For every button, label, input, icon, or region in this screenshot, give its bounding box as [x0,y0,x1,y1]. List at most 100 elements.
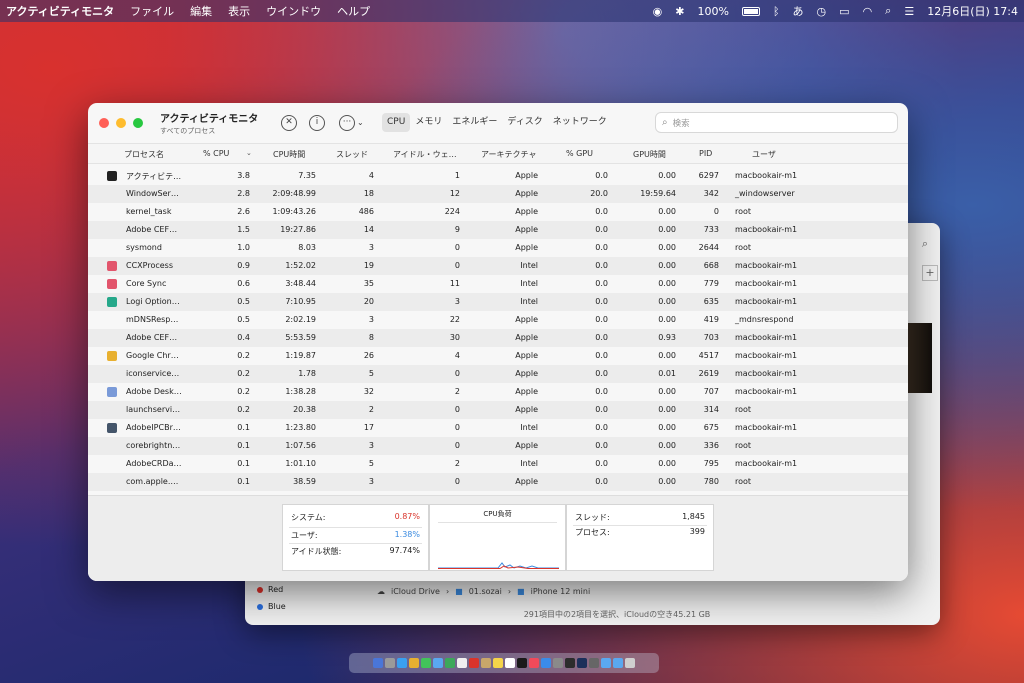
contacts-dock-icon[interactable] [481,658,491,668]
photos-dock-icon[interactable] [457,658,467,668]
tag-red[interactable]: Red [257,585,286,594]
maps-dock-icon[interactable] [445,658,455,668]
sort-desc-icon[interactable]: ⌄ [246,149,252,157]
table-row[interactable]: com.apple.… 0.1 38.59 3 0 Apple 0.0 0.00 780 root [88,473,908,491]
search-field[interactable]: ⌕ 検索 [655,112,898,133]
activity-monitor-window[interactable]: アクティビティモニタ すべてのプロセス ✕ i ··· ⌄ CPU メモリ エネ… [88,103,908,581]
table-row[interactable]: iconservice… 0.2 1.78 5 0 Apple 0.0 0.01 2619 mac… [88,365,908,383]
chevron-down-icon[interactable]: ⌄ [357,118,364,127]
wifi-icon[interactable]: ◠ [863,5,873,18]
table-row[interactable]: kernel_task 2.6 1:09:43.26 486 224 Apple 0.0 0.… [88,203,908,221]
table-row[interactable]: アクティビテ… 3.8 7.35 4 1 Apple 0.0 0.00 6297 macbooka… [88,167,908,185]
cpu-percent: 0.1 [237,477,250,486]
close-button[interactable] [99,118,109,128]
info-button[interactable]: i [309,115,325,131]
activity-monitor-dock-icon[interactable] [565,658,575,668]
time-machine-icon[interactable]: ◷ [817,5,827,18]
bluetooth-icon[interactable]: ᛒ [773,5,780,18]
idle-wakeups: 2 [454,459,460,468]
menu-file[interactable]: ファイル [130,3,174,19]
calendar-dock-icon[interactable] [469,658,479,668]
menu-help[interactable]: ヘルプ [337,3,370,19]
mail-dock-icon[interactable] [433,658,443,668]
path-item[interactable]: iCloud Drive [391,587,440,596]
reminders-dock-icon[interactable] [505,658,515,668]
chrome-dock-icon[interactable] [409,658,419,668]
col-cpu[interactable]: % CPU [203,149,229,158]
menu-window[interactable]: ウインドウ [266,3,321,19]
table-row[interactable]: sysmond 1.0 8.03 3 0 Apple 0.0 0.00 2644 root [88,239,908,257]
table-row[interactable]: AdobeIPCBr… 0.1 1:23.80 17 0 Intel 0.0 0.00 675 m… [88,419,908,437]
cloud-icon: ☁ [377,587,385,596]
zoom-button[interactable] [133,118,143,128]
music-dock-icon[interactable] [529,658,539,668]
architecture: Apple [515,315,538,324]
display-icon[interactable]: ▭ [839,5,849,18]
col-process-name[interactable]: プロセス名 [124,149,164,160]
minimize-button[interactable] [116,118,126,128]
cpu-time: 5:53.59 [285,333,316,342]
control-center-icon[interactable]: ☰ [904,5,914,18]
clock[interactable]: 12月6日(日) 17:4 [927,3,1018,19]
record-icon[interactable]: ◉ [653,5,663,18]
app-dock-icon[interactable] [589,658,599,668]
finder-search-icon[interactable]: ⌕ [922,237,928,251]
tab-cpu[interactable]: CPU [382,113,411,132]
table-row[interactable]: Adobe CEF… 0.4 5:53.59 8 30 Apple 0.0 0.93 703 ma… [88,329,908,347]
table-row[interactable]: CCXProcess 0.9 1:52.02 19 0 Intel 0.0 0.00 668 ma… [88,257,908,275]
spotlight-icon[interactable]: ⌕ [885,4,891,18]
folder-dock-icon[interactable] [613,658,623,668]
menu-view[interactable]: 表示 [228,3,250,19]
menu-app-name[interactable]: アクティビティモニタ [6,3,114,19]
table-row[interactable]: Core Sync 0.6 3:48.44 35 11 Intel 0.0 0.00 779 ma… [88,275,908,293]
table-row[interactable]: Adobe Desk… 0.2 1:38.28 32 2 Apple 0.0 0.00 707 m… [88,383,908,401]
tv-dock-icon[interactable] [517,658,527,668]
col-idle-wake[interactable]: アイドル・ウェ… [393,149,457,160]
tab-network[interactable]: ネットワーク [548,113,612,132]
input-method-icon[interactable]: あ [793,3,804,19]
table-row[interactable]: Logi Option… 0.5 7:10.95 20 3 Intel 0.0 0.00 635… [88,293,908,311]
table-row[interactable]: WindowSer… 2.8 2:09:48.99 18 12 Apple 20.0 19:5… [88,185,908,203]
path-item[interactable]: 01.sozai [469,587,502,596]
idle-wakeups: 0 [454,405,460,414]
messages-dock-icon[interactable] [421,658,431,668]
table-row[interactable]: Google Chr… 0.2 1:19.87 26 4 Apple 0.0 0.00 4517… [88,347,908,365]
col-pid[interactable]: PID [699,149,712,158]
gpu-percent: 0.0 [595,207,608,216]
downloads-dock-icon[interactable] [601,658,611,668]
tab-memory[interactable]: メモリ [410,113,447,132]
appstore-dock-icon[interactable] [541,658,551,668]
safari-dock-icon[interactable] [397,658,407,668]
user: macbookair-m1 [735,423,798,432]
col-architecture[interactable]: アーキテクチャ [481,149,536,160]
idle-wakeups: 4 [454,351,460,360]
notes-dock-icon[interactable] [493,658,503,668]
more-actions-button[interactable]: ··· [339,115,355,131]
col-gpu[interactable]: % GPU [566,149,593,158]
finder-dock-icon[interactable] [373,658,383,668]
table-row[interactable]: launchservi… 0.2 20.38 2 0 Apple 0.0 0.00 314 roo… [88,401,908,419]
path-item[interactable]: iPhone 12 mini [531,587,591,596]
tab-energy[interactable]: エネルギー [447,113,502,132]
stop-process-button[interactable]: ✕ [281,115,297,131]
table-row[interactable]: corebrightn… 0.1 1:07.56 3 0 Apple 0.0 0.00 336 r… [88,437,908,455]
table-row[interactable]: mDNSResp… 0.5 2:02.19 3 22 Apple 0.0 0.00 419 _md… [88,311,908,329]
finder-add-tab-icon[interactable]: + [922,265,938,281]
menu-edit[interactable]: 編集 [190,3,212,19]
trash-dock-icon[interactable] [625,658,635,668]
battery-icon[interactable] [741,6,760,16]
col-gpu-time[interactable]: GPU時間 [633,149,666,160]
tag-blue[interactable]: Blue [257,602,286,611]
tab-disk[interactable]: ディスク [502,113,547,132]
launchpad-dock-icon[interactable] [385,658,395,668]
user: macbookair-m1 [735,459,798,468]
settings-dock-icon[interactable] [553,658,563,668]
process-name: Adobe Desk… [126,387,182,396]
table-row[interactable]: AdobeCRDa… 0.1 1:01.10 5 2 Intel 0.0 0.00 795 mac… [88,455,908,473]
photoshop-dock-icon[interactable] [577,658,587,668]
col-user[interactable]: ユーザ [752,149,776,160]
col-cpu-time[interactable]: CPU時間 [273,149,305,160]
bluetooth-alt-icon[interactable]: ✱ [675,5,684,18]
table-row[interactable]: Adobe CEF… 1.5 19:27.86 14 9 Apple 0.0 0.00 733 m… [88,221,908,239]
col-threads[interactable]: スレッド [336,149,368,160]
